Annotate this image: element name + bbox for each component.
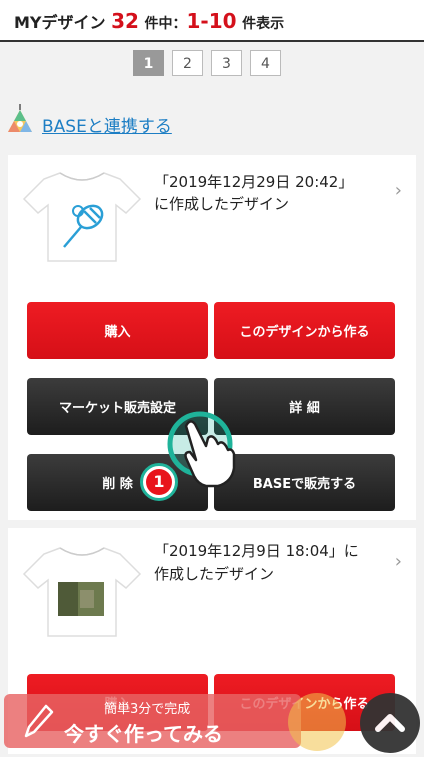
page-header: MYデザイン 32 件中：1-10 件表示	[0, 0, 424, 42]
tap-hand-icon	[167, 411, 236, 488]
cta-main-label: 今すぐ作ってみる	[64, 722, 223, 746]
character-icon[interactable]	[288, 693, 346, 751]
page-button-2[interactable]: 2	[172, 50, 203, 76]
total-count: 32	[111, 9, 139, 33]
base-tent-icon	[8, 104, 32, 132]
page-button-1[interactable]: 1	[133, 50, 164, 76]
display-range-unit: 件表示	[242, 16, 285, 32]
buy-button[interactable]: 購入	[27, 302, 208, 359]
page-button-3[interactable]: 3	[211, 50, 242, 76]
cta-sub-label: 簡単3分で完成	[104, 702, 191, 717]
scroll-to-top-button[interactable]	[360, 693, 420, 753]
pagination: 1 2 3 4	[133, 50, 281, 76]
tshirt-thumbnail[interactable]	[20, 165, 144, 265]
chevron-right-icon[interactable]: ›	[395, 180, 402, 201]
total-count-unit: 件中：	[144, 16, 187, 32]
page-button-4[interactable]: 4	[250, 50, 281, 76]
design-date-suffix: に作成したデザイン	[154, 195, 290, 213]
design-date: 「2019年12月29日 20:42」	[154, 173, 354, 191]
result-summary: MYデザイン 32 件中：1-10 件表示	[14, 9, 284, 33]
page-title: MYデザイン	[14, 13, 106, 32]
make-now-floating-button[interactable]: 簡単3分で完成 今すぐ作ってみる	[4, 694, 301, 748]
tutorial-step-number: 1	[146, 469, 172, 495]
chevron-right-icon[interactable]: ›	[395, 551, 402, 572]
tshirt-thumbnail[interactable]	[20, 540, 144, 640]
pencil-icon	[24, 704, 54, 738]
design-date-suffix: 作成したデザイン	[154, 565, 275, 583]
create-from-design-button[interactable]: このデザインから作る	[214, 302, 395, 359]
design-date: 「2019年12月9日 18:04」に	[154, 542, 359, 560]
base-connect-label: BASEと連携する	[42, 117, 172, 137]
tutorial-step-badge: 1	[140, 463, 178, 501]
base-connect-link[interactable]: BASEと連携する	[4, 104, 424, 140]
chevron-up-icon	[375, 714, 405, 732]
display-range: 1-10	[186, 9, 237, 33]
